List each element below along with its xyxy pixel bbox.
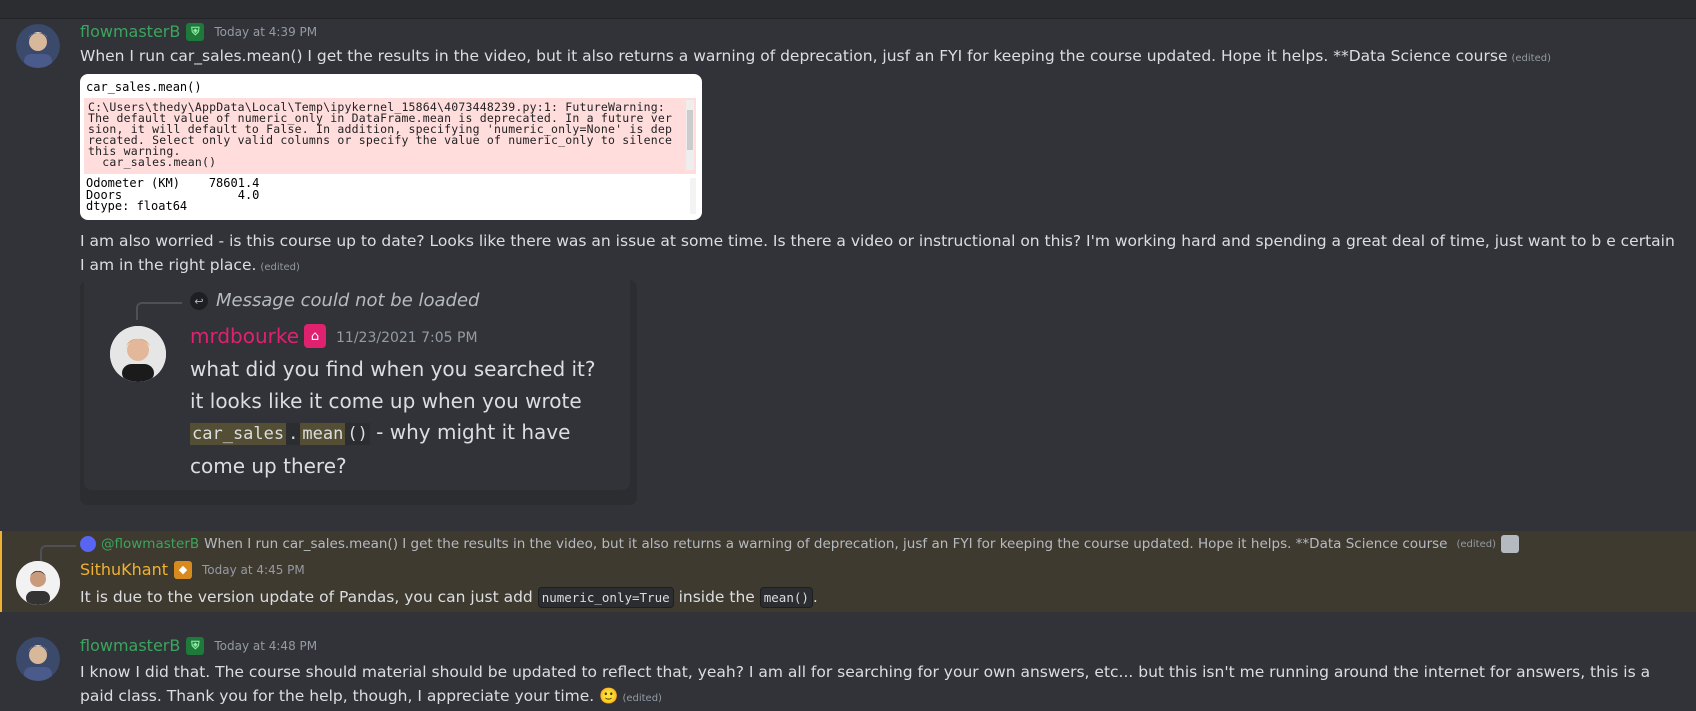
avatar[interactable] bbox=[16, 637, 60, 681]
image-attachment-quote[interactable]: ↩ Message could not be loaded mrdbourke … bbox=[80, 280, 637, 505]
message-header: flowmasterB ⛨ Today at 4:39 PM bbox=[80, 22, 317, 41]
reply-text: Message could not be loaded bbox=[216, 290, 480, 311]
reply-username[interactable]: @flowmasterB bbox=[101, 536, 199, 552]
avatar bbox=[110, 326, 166, 382]
reply-line bbox=[136, 302, 182, 320]
scrollbar bbox=[686, 100, 694, 170]
badge-icon[interactable]: ◆ bbox=[174, 560, 193, 579]
message-text: It is due to the version update of Panda… bbox=[80, 587, 818, 608]
scrollbar bbox=[690, 178, 696, 214]
quote-card: ↩ Message could not be loaded mrdbourke … bbox=[84, 280, 630, 490]
edited-label: (edited) bbox=[260, 262, 300, 273]
message-text: When I run car_sales.mean() I get the re… bbox=[80, 47, 1551, 65]
username[interactable]: SithuKhant bbox=[80, 560, 168, 579]
output-text: Odometer (KM) 78601.4 Doors 4.0 dtype: f… bbox=[86, 176, 260, 213]
inline-code: car_sales bbox=[190, 423, 287, 445]
warning-text: C:\Users\thedy\AppData\Local\Temp\ipyker… bbox=[88, 100, 673, 169]
reply-text[interactable]: When I run car_sales.mean() I get the re… bbox=[204, 536, 1447, 552]
shield-badge-icon[interactable]: ⛨ bbox=[186, 636, 205, 655]
top-bar bbox=[0, 0, 1696, 19]
message-text: I know I did that. The course should mat… bbox=[80, 663, 1651, 705]
message-header: flowmasterB ⛨ Today at 4:48 PM bbox=[80, 636, 317, 655]
image-attachment-code[interactable]: car_sales.mean() C:\Users\thedy\AppData\… bbox=[80, 74, 702, 220]
timestamp: Today at 4:39 PM bbox=[214, 24, 318, 39]
avatar bbox=[80, 536, 96, 552]
reply-line bbox=[40, 545, 76, 561]
image-icon bbox=[1500, 535, 1519, 553]
timestamp: Today at 4:45 PM bbox=[202, 562, 305, 577]
reply-icon: ↩ bbox=[190, 292, 208, 310]
avatar[interactable] bbox=[16, 561, 60, 605]
timestamp: Today at 4:48 PM bbox=[214, 638, 318, 653]
inline-code: mean() bbox=[759, 587, 813, 608]
inline-code: numeric_only=True bbox=[537, 587, 674, 608]
reply-reference[interactable]: @flowmasterB When I run car_sales.mean()… bbox=[80, 535, 1519, 553]
edited-label: (edited) bbox=[1456, 538, 1496, 550]
edited-label: (edited) bbox=[1511, 53, 1551, 64]
smile-emoji-icon: 🙂 bbox=[599, 687, 619, 705]
quoted-username: mrdbourke bbox=[190, 324, 300, 348]
inline-code: mean bbox=[300, 423, 346, 445]
code-line: car_sales.mean() bbox=[86, 80, 202, 94]
moderator-badge-icon: ⌂ bbox=[304, 324, 326, 348]
avatar[interactable] bbox=[16, 24, 60, 68]
message-header: SithuKhant ◆ Today at 4:45 PM bbox=[80, 560, 305, 579]
username[interactable]: flowmasterB bbox=[80, 22, 180, 41]
shield-badge-icon[interactable]: ⛨ bbox=[186, 22, 205, 41]
username[interactable]: flowmasterB bbox=[80, 636, 180, 655]
edited-label: (edited) bbox=[622, 693, 662, 704]
warning-box: C:\Users\thedy\AppData\Local\Temp\ipyker… bbox=[84, 98, 696, 174]
message-text: I am also worried - is this course up to… bbox=[80, 232, 1675, 274]
quoted-timestamp: 11/23/2021 7:05 PM bbox=[336, 330, 478, 346]
quoted-text: what did you find when you searched it? … bbox=[190, 357, 596, 478]
